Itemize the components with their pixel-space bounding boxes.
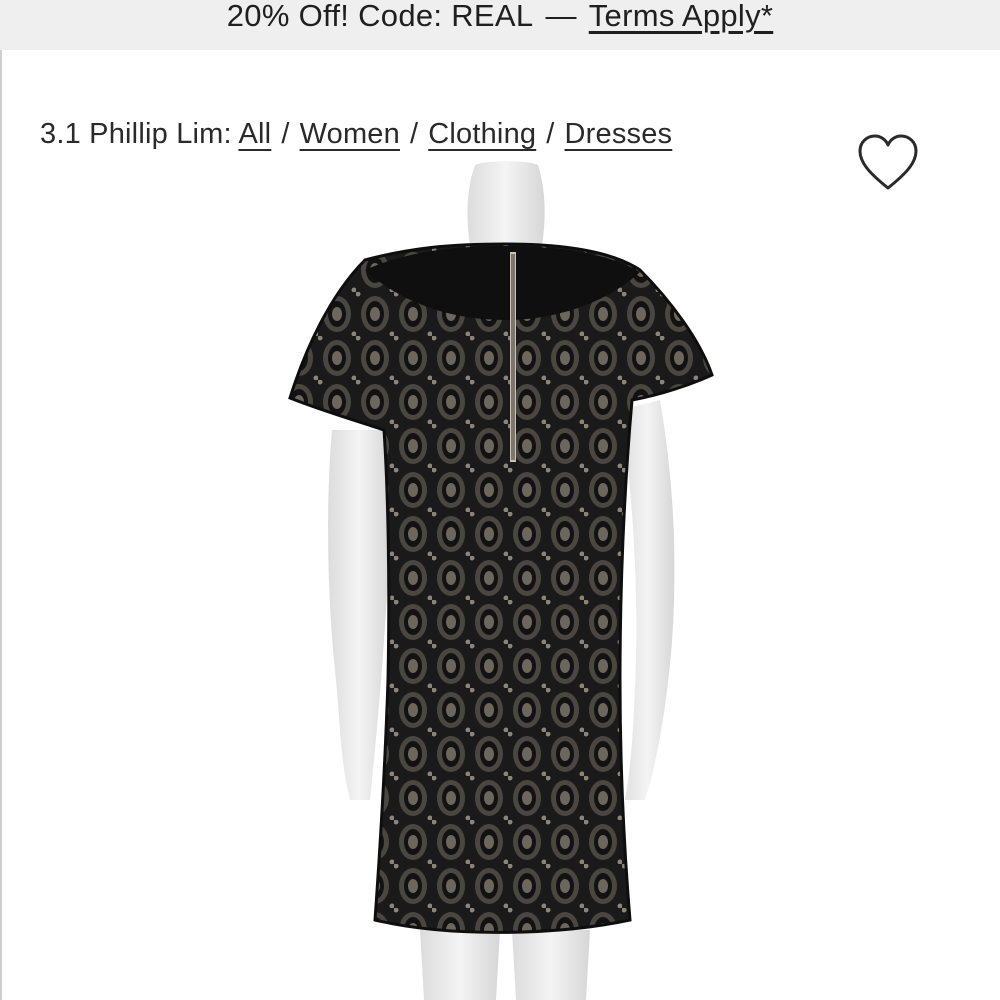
breadcrumb-brand: 3.1 Phillip Lim: [40, 118, 232, 150]
product-photo[interactable] [280, 160, 730, 1000]
breadcrumb-separator: / [409, 118, 419, 150]
heart-icon [858, 134, 918, 190]
product-page: 20% Off! Code: REAL — Terms Apply* 3.1 P… [0, 0, 1000, 1000]
mannequin-left-arm [328, 430, 391, 800]
promo-text: 20% Off! Code: REAL [226, 0, 534, 33]
breadcrumb-separator: / [546, 118, 555, 150]
mannequin-left-leg [420, 930, 500, 1000]
breadcrumb-link-dresses[interactable]: Dresses [565, 118, 673, 150]
breadcrumb-link-women[interactable]: Women [300, 118, 400, 150]
promo-separator: — [545, 0, 577, 33]
mannequin-neck [467, 161, 545, 245]
page-left-border [0, 50, 2, 1000]
breadcrumb-separator: / [281, 118, 290, 150]
favorite-button[interactable] [856, 132, 920, 194]
breadcrumb: 3.1 Phillip Lim: All / Women / Clothing / Dres… [40, 118, 672, 151]
mannequin-right-leg [512, 930, 590, 1000]
breadcrumb-link-clothing[interactable]: Clothing [428, 118, 536, 150]
breadcrumb-link-all[interactable]: All [238, 118, 271, 150]
terms-link[interactable]: Terms Apply* [589, 0, 774, 34]
promo-banner: 20% Off! Code: REAL — Terms Apply* [0, 0, 1000, 50]
